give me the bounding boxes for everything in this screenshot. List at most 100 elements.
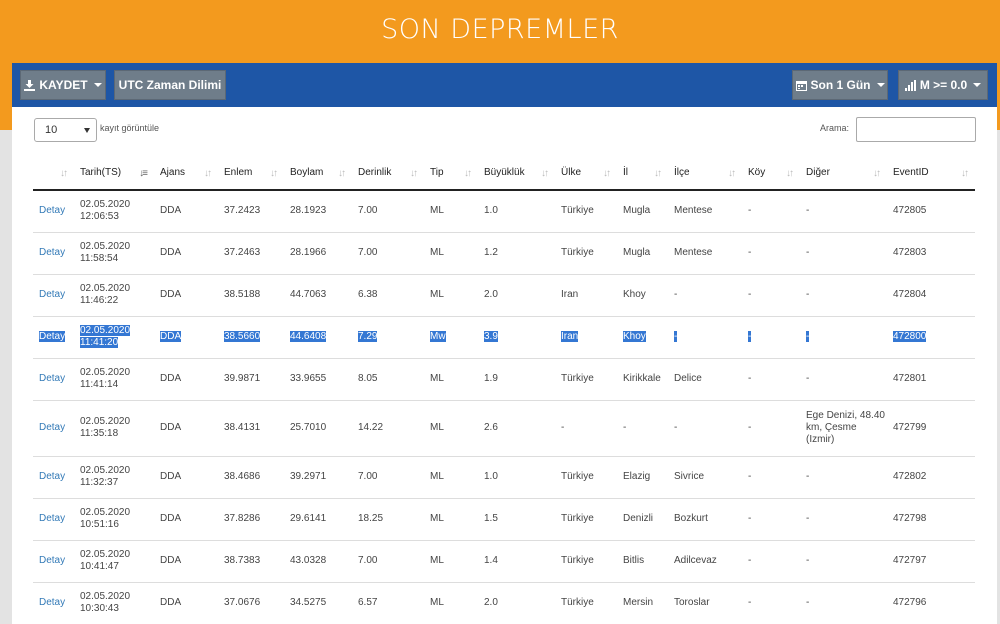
column-header[interactable]: Ülke ↓↑ <box>555 156 617 191</box>
cell-value: Türkiye <box>561 597 594 608</box>
column-header[interactable]: Tip ↓↑ <box>424 156 478 191</box>
page-length-label: kayıt görüntüle <box>100 123 160 133</box>
cell-lon: 39.2971 <box>284 456 352 499</box>
table-row[interactable]: Detay 02.05.2020 11:41:20 DDA 38.5660 44.6408… <box>33 316 975 359</box>
cell-value: 1.0 <box>484 471 498 482</box>
page-length-select[interactable]: 10 <box>34 118 97 142</box>
table-row[interactable]: Detay 02.05.2020 11:41:14 DDA 39.9871 33.9655… <box>33 358 975 401</box>
table-controls: 10 kayıt görüntüle Arama: <box>12 107 997 155</box>
save-dropdown-button[interactable]: KAYDET <box>20 70 106 100</box>
sort-arrows-icon: ↓↑ <box>410 168 418 179</box>
detail-link[interactable]: Detay <box>33 400 74 457</box>
detail-link[interactable]: Detay <box>33 540 74 583</box>
search-input[interactable] <box>856 117 976 142</box>
cell-datetime: 02.05.2020 12:06:53 <box>74 190 154 233</box>
cell-country: - <box>555 400 617 457</box>
cell-datetime: 02.05.2020 11:58:54 <box>74 232 154 275</box>
column-header[interactable]: Köy ↓↑ <box>742 156 800 191</box>
cell-value: 29.6141 <box>290 513 327 524</box>
cell-district: Delice <box>668 358 742 401</box>
column-header-label: Diğer <box>806 167 830 178</box>
detail-link[interactable]: Detay <box>33 274 74 317</box>
table-row[interactable]: Detay 02.05.2020 12:06:53 DDA 37.2423 28.1923… <box>33 190 975 233</box>
column-header[interactable]: Büyüklük ↓↑ <box>478 156 555 191</box>
cell-date: 02.05.2020 <box>80 367 131 378</box>
detail-link[interactable]: Detay <box>33 232 74 275</box>
cell-village: - <box>742 498 800 541</box>
cell-mag: 1.9 <box>478 358 555 401</box>
cell-type: ML <box>424 274 478 317</box>
column-header[interactable]: EventID ↓↑ <box>887 156 975 191</box>
cell-type: ML <box>424 582 478 624</box>
sort-arrows-icon: ↓↑ <box>464 168 472 179</box>
table-row[interactable]: Detay 02.05.2020 10:51:16 DDA 37.8286 29.6141… <box>33 498 975 541</box>
column-header[interactable]: İlçe ↓↑ <box>668 156 742 191</box>
cell-value: - <box>748 289 752 300</box>
cell-district: Mentese <box>668 232 742 275</box>
detail-link-label: Detay <box>39 471 66 482</box>
table-row[interactable]: Detay 02.05.2020 11:32:37 DDA 38.4686 39.2971… <box>33 456 975 499</box>
cell-province: Kirikkale <box>617 358 668 401</box>
page-length-value: 10 <box>45 124 58 136</box>
detail-link[interactable]: Detay <box>33 456 74 499</box>
detail-link[interactable]: Detay <box>33 190 74 233</box>
cell-lat: 38.4131 <box>218 400 284 457</box>
cell-value: - <box>806 513 810 524</box>
cell-country: Türkiye <box>555 232 617 275</box>
cell-value: 472800 <box>893 331 927 342</box>
column-header[interactable]: Diğer ↓↑ <box>800 156 887 191</box>
utc-timezone-button[interactable]: UTC Zaman Dilimi <box>114 70 226 100</box>
column-header-label: Ajans <box>160 167 186 178</box>
cell-depth: 7.00 <box>352 540 424 583</box>
cell-type: ML <box>424 498 478 541</box>
cell-datetime: 02.05.2020 10:51:16 <box>74 498 154 541</box>
table-row[interactable]: Detay 02.05.2020 10:30:43 DDA 37.0676 34.5275… <box>33 582 975 624</box>
cell-value: DDA <box>160 373 182 384</box>
cell-province: Mersin <box>617 582 668 624</box>
cell-datetime: 02.05.2020 11:32:37 <box>74 456 154 499</box>
column-header[interactable]: Tarih(TS) ↓≡ <box>74 156 154 191</box>
cell-value: 1.4 <box>484 555 498 566</box>
cell-value: - <box>623 422 627 433</box>
table-row[interactable]: Detay 02.05.2020 11:35:18 DDA 38.4131 25.7010… <box>33 400 975 457</box>
detail-link[interactable]: Detay <box>33 316 74 359</box>
table-row[interactable]: Detay 02.05.2020 11:46:22 DDA 38.5188 44.7063… <box>33 274 975 317</box>
cell-value: - <box>748 373 752 384</box>
cell-value: DDA <box>160 555 182 566</box>
cell-mag: 1.0 <box>478 190 555 233</box>
cell-value: ML <box>430 373 444 384</box>
sort-arrows-icon: ↓↑ <box>270 168 278 179</box>
cell-other: - <box>800 498 887 541</box>
column-header[interactable]: Derinlik ↓↑ <box>352 156 424 191</box>
cell-value: 37.8286 <box>224 513 261 524</box>
cell-value: DDA <box>160 205 182 217</box>
cell-value: - <box>748 205 752 217</box>
cell-value: 14.22 <box>358 422 384 433</box>
table-row[interactable]: Detay 02.05.2020 11:58:54 DDA 37.2463 28.1966… <box>33 232 975 275</box>
column-header[interactable]: Boylam ↓↑ <box>284 156 352 191</box>
period-dropdown-button[interactable]: Son 1 Gün <box>792 70 888 100</box>
cell-district: Adilcevaz <box>668 540 742 583</box>
column-header-label: Ülke <box>561 167 582 178</box>
cell-value: 472798 <box>893 513 927 524</box>
cell-depth: 14.22 <box>352 400 424 457</box>
cell-province: Mugla <box>617 232 668 275</box>
detail-link[interactable]: Detay <box>33 358 74 401</box>
cell-date: 02.05.2020 <box>80 549 131 560</box>
cell-value: - <box>806 205 810 217</box>
cell-value: 44.7063 <box>290 289 327 300</box>
detail-link[interactable]: Detay <box>33 582 74 624</box>
column-header-label: Tarih(TS) <box>80 167 122 178</box>
column-header[interactable]: Ajans ↓↑ <box>154 156 218 191</box>
cell-lon: 33.9655 <box>284 358 352 401</box>
cell-village: - <box>742 274 800 317</box>
cell-eventid: 472805 <box>887 190 975 233</box>
magnitude-dropdown-button[interactable]: M >= 0.0 <box>898 70 988 100</box>
detail-link[interactable]: Detay <box>33 498 74 541</box>
column-header[interactable]: Enlem ↓↑ <box>218 156 284 191</box>
table-row[interactable]: Detay 02.05.2020 10:41:47 DDA 38.7383 43.0328… <box>33 540 975 583</box>
column-header[interactable]: İl ↓↑ <box>617 156 668 191</box>
cell-mag: 1.2 <box>478 232 555 275</box>
column-header[interactable]: ↓↑ <box>33 156 74 191</box>
cell-value: Türkiye <box>561 373 594 384</box>
